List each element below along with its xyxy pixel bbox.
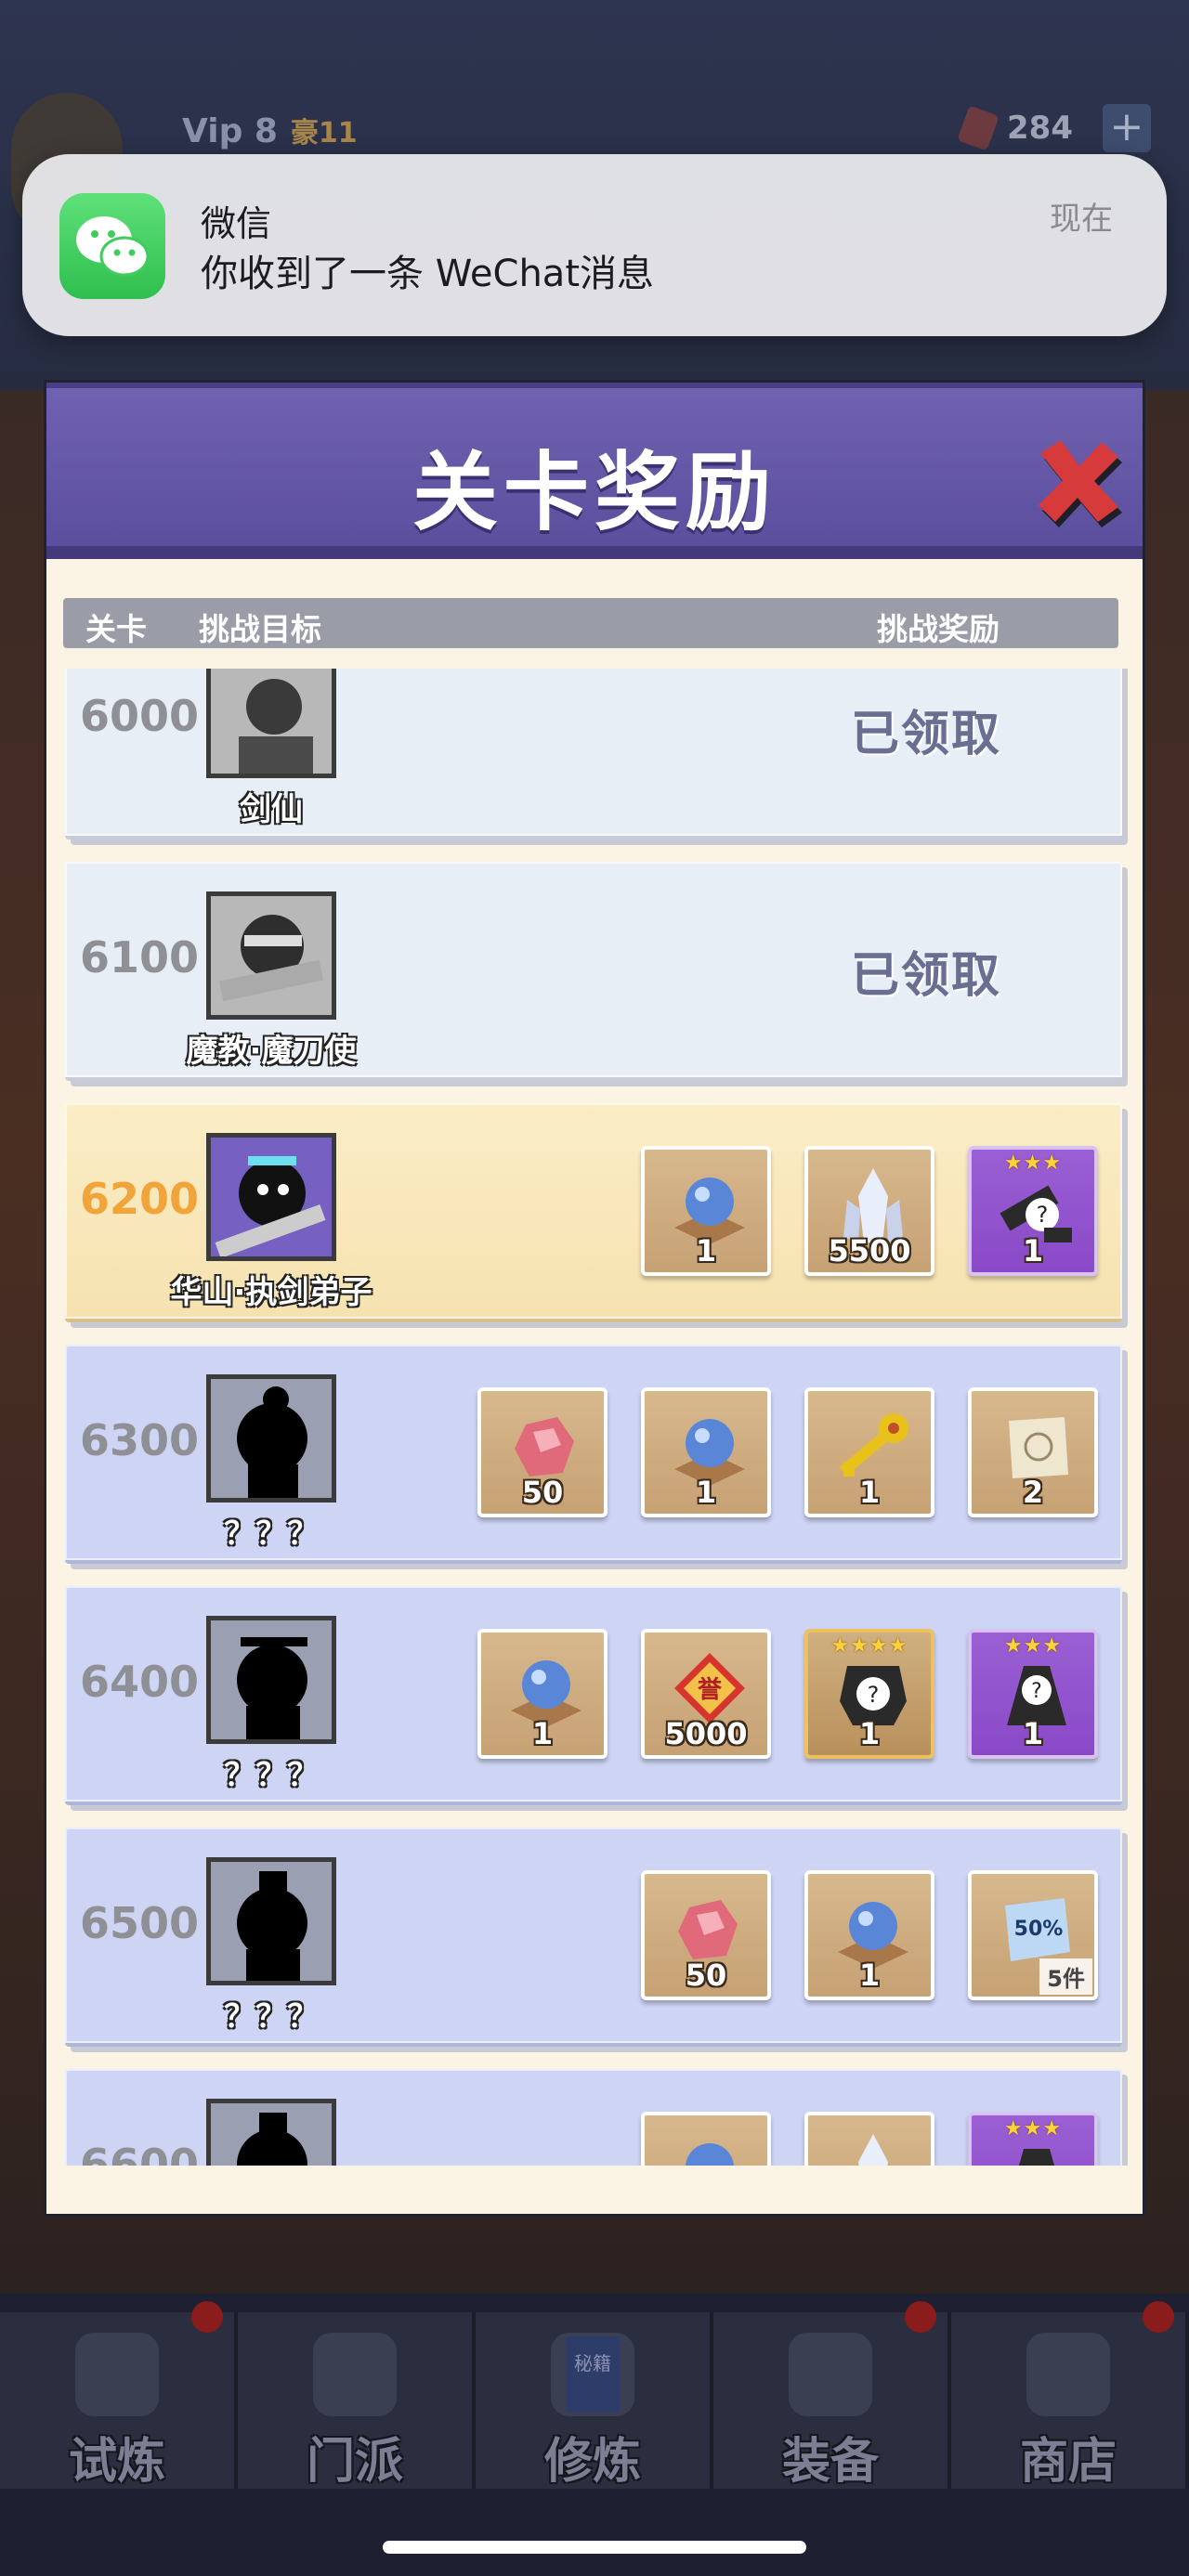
notification-dot [191, 2301, 223, 2333]
enemy-name: ？？？ [224, 1998, 319, 2036]
svg-text:秘籍: 秘籍 [574, 2352, 611, 2374]
reward-item[interactable] [641, 2112, 771, 2166]
enemy-portrait [206, 1857, 336, 1985]
enemy-portrait [206, 2099, 336, 2166]
currency-amount: 284 [1007, 110, 1073, 147]
enemy-name: 剑仙 [240, 791, 303, 828]
notification-dot [905, 2301, 936, 2333]
stage-number: 6100 [80, 932, 200, 982]
stage-row: 6600 ★★★ [65, 2069, 1122, 2166]
enemy-name: ？？？ [224, 1516, 319, 1553]
reward-item[interactable]: 50 [641, 1870, 771, 2000]
ninja-icon [75, 2333, 159, 2416]
nav-equipment[interactable]: 装备 [713, 2301, 951, 2490]
gem-icon [957, 105, 1000, 151]
home-indicator[interactable] [383, 2541, 806, 2554]
stage-row-current: 6200 华山·执剑弟子 1 5500 ★★★ ? 1 [65, 1103, 1122, 1322]
dialog-header: 关卡奖励 [46, 383, 1143, 559]
close-icon [1039, 440, 1122, 527]
stage-number: 6300 [80, 1415, 200, 1465]
book-icon: 秘籍 [551, 2333, 634, 2416]
svg-text:50%: 50% [1014, 1918, 1064, 1941]
stage-row: 6000 剑仙 已领取 [65, 669, 1122, 839]
stage-reward-dialog: 关卡奖励 关卡 挑战目标 挑战奖励 6000 剑仙 已领取 6100 魔教·魔刀… [46, 383, 1143, 2214]
notification-app-name: 微信 [201, 203, 272, 244]
reward-item[interactable]: 5500 [804, 1146, 934, 1276]
stage-row: 6300 ？？？ 50 1 1 2 [65, 1345, 1122, 1564]
reward-list[interactable]: 6000 剑仙 已领取 6100 魔教·魔刀使 已领取 6200 华山·执剑弟子 [61, 669, 1130, 2166]
mystery-robe-icon [1018, 2149, 1055, 2166]
svg-text:?: ? [1031, 1680, 1042, 1703]
reward-item[interactable]: 1 [477, 1629, 608, 1759]
dialog-title: 关卡奖励 [412, 443, 777, 542]
crystal-icon [858, 2134, 888, 2166]
vip-level: Vip 8 豪11 [182, 112, 358, 150]
wechat-notification[interactable]: 微信 你收到了一条 WeChat消息 现在 [22, 154, 1167, 336]
stage-number: 6500 [80, 1898, 200, 1948]
notification-message: 你收到了一条 WeChat消息 [201, 253, 655, 295]
enemy-portrait [206, 891, 336, 1020]
nav-sect[interactable]: 门派 [238, 2312, 476, 2490]
nav-cultivate[interactable]: 秘籍 修炼 [476, 2312, 713, 2490]
reward-item[interactable]: 1 [804, 1387, 934, 1517]
nav-shop[interactable]: 商店 [951, 2301, 1189, 2490]
claimed-label: 已领取 [851, 948, 1002, 1004]
reward-item[interactable]: 50 [477, 1387, 608, 1517]
reward-item[interactable] [804, 2112, 934, 2166]
svg-text:?: ? [868, 1682, 880, 1708]
reward-item[interactable]: ★★★ ? 1 [968, 1629, 1098, 1759]
column-target: 挑战目标 [199, 611, 321, 647]
reward-item[interactable]: ★★★★ ? 1 [804, 1629, 934, 1759]
enemy-portrait [206, 1616, 336, 1744]
close-button[interactable] [1027, 429, 1130, 531]
stage-number: 6400 [80, 1657, 200, 1707]
stage-number: 6000 [80, 691, 200, 741]
reward-item[interactable]: 1 [641, 1387, 771, 1517]
add-currency-button[interactable]: + [1102, 104, 1151, 152]
notification-dot [1143, 2301, 1174, 2333]
bottom-nav: 试炼 门派 秘籍 修炼 装备 商店 [0, 2301, 1189, 2490]
column-reward: 挑战奖励 [877, 611, 1000, 647]
nav-trial[interactable]: 试炼 [0, 2301, 238, 2490]
stage-number: 6600 [80, 2140, 200, 2166]
stage-row: 6500 ？？？ 50 1 50% 5件 [65, 1828, 1122, 2047]
stage-row: 6400 ？？？ 1 誉 5000 ★★★★ ? 1 ★★★ ? 1 [65, 1586, 1122, 1805]
reward-item[interactable]: 2 [968, 1387, 1098, 1517]
reward-item[interactable]: 50% 5件 [968, 1870, 1098, 2000]
reward-item[interactable]: 誉 5000 [641, 1629, 771, 1759]
stage-number: 6200 [80, 1174, 200, 1224]
svg-text:?: ? [1037, 1202, 1049, 1228]
enemy-name: 魔教·魔刀使 [186, 1033, 357, 1070]
svg-text:誉: 誉 [698, 1676, 723, 1704]
reward-item[interactable]: ★★★ [968, 2112, 1098, 2166]
claimed-label: 已领取 [851, 707, 1002, 762]
wechat-icon [59, 193, 165, 299]
enemy-name: 华山·执剑弟子 [170, 1274, 372, 1311]
enemy-name: ？？？ [224, 1757, 319, 1794]
column-stage: 关卡 [85, 611, 147, 647]
column-header: 关卡 挑战目标 挑战奖励 [63, 598, 1118, 648]
enemy-portrait [206, 669, 336, 778]
temple-icon [313, 2333, 397, 2416]
notification-time: 现在 [1050, 201, 1113, 238]
stage-row: 6100 魔教·魔刀使 已领取 [65, 862, 1122, 1081]
orb-icon [686, 2143, 734, 2166]
shop-icon [1026, 2333, 1110, 2416]
sword-icon [789, 2333, 872, 2416]
reward-item[interactable]: 1 [804, 1870, 934, 2000]
enemy-portrait [206, 1133, 336, 1261]
enemy-portrait [206, 1374, 336, 1503]
reward-item[interactable]: 1 [641, 1146, 771, 1276]
reward-item[interactable]: ★★★ ? 1 [968, 1146, 1098, 1276]
currency-display: 284 + [957, 104, 1151, 152]
